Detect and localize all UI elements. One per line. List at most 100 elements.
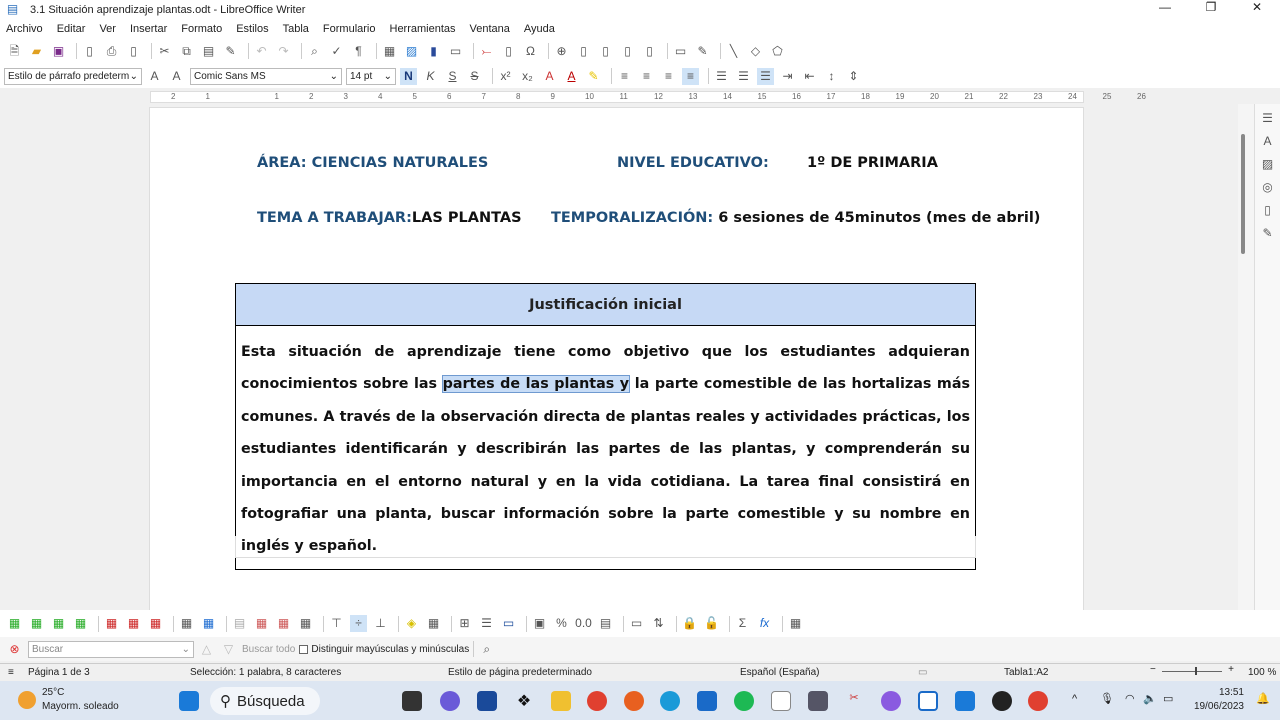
find-replace-icon[interactable]: ⌕ [478, 641, 495, 658]
sort-icon[interactable]: ⇅ [650, 615, 667, 632]
insert-image-icon[interactable]: ▨ [403, 43, 420, 60]
merge-cells-icon[interactable]: ▤ [231, 615, 248, 632]
align-bottom-icon[interactable]: ⊥ [372, 615, 389, 632]
calculator-icon[interactable] [808, 691, 828, 711]
find-next-icon[interactable]: ▽ [220, 641, 237, 658]
formatting-marks-icon[interactable]: ¶ [350, 43, 367, 60]
subscript-icon[interactable]: x₂ [519, 68, 536, 85]
italic-button[interactable]: K [422, 68, 439, 85]
selected-text[interactable]: partes de las plantas y [441, 375, 631, 394]
obs-icon[interactable] [992, 691, 1012, 711]
decimal-icon[interactable]: 0.0 [575, 615, 592, 632]
menu-ver[interactable]: Ver [99, 23, 116, 35]
chevron-up-icon[interactable]: ^ [1072, 693, 1077, 705]
font-size-select[interactable]: 14 pt ⌄ [346, 67, 396, 85]
menu-archivo[interactable]: Archivo [6, 23, 43, 35]
maximize-button[interactable]: ❐ [1188, 0, 1234, 14]
spotify-icon[interactable] [734, 691, 754, 711]
paragraph-spacing-icon[interactable]: ⇕ [845, 68, 862, 85]
cross-reference-icon[interactable]: ▯ [641, 43, 658, 60]
spellcheck-icon[interactable]: ✓ [328, 43, 345, 60]
menu-formato[interactable]: Formato [181, 23, 222, 35]
highlight-icon[interactable]: ✎ [585, 68, 602, 85]
align-top-icon[interactable]: ⊤ [328, 615, 345, 632]
menu-insertar[interactable]: Insertar [130, 23, 167, 35]
clear-formatting-icon[interactable]: A [541, 68, 558, 85]
select-cell-icon[interactable]: ▦ [178, 615, 195, 632]
insert-caption-icon[interactable]: ▭ [628, 615, 645, 632]
justify-icon[interactable]: ≡ [682, 67, 699, 85]
clock-date[interactable]: 19/06/2023 [1194, 701, 1244, 712]
outline-icon[interactable]: ☰ [757, 67, 774, 85]
table-header-cell[interactable]: Justificación inicial [236, 284, 975, 326]
insert-rows-below-icon[interactable]: ▦ [28, 615, 45, 632]
gallery-icon[interactable]: ▨ [1259, 156, 1276, 173]
chat-icon[interactable] [440, 691, 460, 711]
styles-icon[interactable]: A [1259, 133, 1276, 150]
close-find-icon[interactable]: ⊗ [6, 641, 23, 658]
chrome-icon[interactable] [587, 691, 607, 711]
vertical-scrollbar[interactable] [1238, 104, 1254, 610]
update-style-icon[interactable]: A [146, 68, 163, 85]
edge-icon[interactable] [660, 691, 680, 711]
clone-format-icon[interactable]: ✎ [222, 43, 239, 60]
page-break-icon[interactable]: ⤚ [478, 43, 495, 60]
ruler[interactable]: 2 1 1 2 3 4 5 6 7 8 9 10 11 12 13 14 15 16 17 18 19 20 21 22 23 2… [0, 90, 1280, 104]
numbering-icon[interactable]: ☰ [735, 68, 752, 85]
insert-columns-after-icon[interactable]: ▦ [72, 615, 89, 632]
file-explorer-icon[interactable] [551, 691, 571, 711]
insert-textbox-icon[interactable]: ▭ [447, 43, 464, 60]
navigator-icon[interactable]: ◎ [1259, 179, 1276, 196]
style-inspector-icon[interactable]: ✎ [1259, 225, 1276, 242]
chrome-profile-icon[interactable] [1028, 691, 1048, 711]
align-center-icon[interactable]: ≡ [638, 68, 655, 85]
menu-ayuda[interactable]: Ayuda [524, 23, 555, 35]
comment-icon[interactable]: ▭ [672, 43, 689, 60]
firefox-icon[interactable] [624, 691, 644, 711]
insert-table-icon[interactable]: ▦ [381, 43, 398, 60]
delete-columns-icon[interactable]: ▦ [125, 615, 142, 632]
zoom-slider[interactable]: − + [1150, 664, 1236, 676]
hyperlink-icon[interactable]: ⊕ [553, 43, 570, 60]
sum-icon[interactable]: Σ [734, 615, 751, 632]
cut-icon[interactable]: ✂ [156, 43, 173, 60]
weather-icon[interactable] [18, 691, 36, 709]
justification-table[interactable]: Justificación inicial Esta situación de … [235, 283, 976, 570]
table-dialog-icon[interactable]: ▦ [787, 615, 804, 632]
border-style-icon[interactable]: ☰ [478, 615, 495, 632]
paste-icon[interactable]: ▤ [200, 43, 217, 60]
redo-icon[interactable]: ↷ [275, 43, 292, 60]
delete-table-icon[interactable]: ▦ [147, 615, 164, 632]
copilot-icon[interactable] [881, 691, 901, 711]
increase-indent-icon[interactable]: ⇥ [779, 68, 796, 85]
snipping-tool-icon[interactable]: ✂ [844, 691, 864, 711]
properties-icon[interactable]: ☰ [1259, 110, 1276, 127]
export-pdf-icon[interactable]: ▯ [81, 43, 98, 60]
line-spacing-icon[interactable]: ↕ [823, 68, 840, 85]
document-area[interactable]: ÁREA: CIENCIAS NATURALES NIVEL EDUCATIVO… [0, 104, 1238, 610]
borders-icon[interactable]: ⊞ [456, 615, 473, 632]
mail-icon[interactable] [697, 691, 717, 711]
page-style[interactable]: Estilo de página predeterminado [448, 667, 592, 678]
dropbox-icon[interactable]: ❖ [514, 691, 534, 711]
clock-time[interactable]: 13:51 [1219, 687, 1244, 698]
unprotect-cells-icon[interactable]: 🔓 [703, 615, 720, 632]
formula-icon[interactable]: fx [756, 615, 773, 632]
weather-text[interactable]: Mayorm. soleado [42, 701, 119, 712]
microphone-icon[interactable]: 🎙 [1100, 692, 1114, 705]
decrease-indent-icon[interactable]: ⇤ [801, 68, 818, 85]
endnote-icon[interactable]: ▯ [597, 43, 614, 60]
print-preview-icon[interactable]: ▯ [125, 43, 142, 60]
table-properties-icon[interactable]: ▤ [597, 615, 614, 632]
save-icon[interactable]: ▣ [50, 43, 67, 60]
open-icon[interactable]: ▰ [28, 43, 45, 60]
notification-icon[interactable]: 🔔 [1256, 692, 1270, 705]
draw-icon[interactable]: ⬠ [769, 43, 786, 60]
border-color-icon[interactable]: ▭ [500, 615, 517, 632]
insert-columns-before-icon[interactable]: ▦ [50, 615, 67, 632]
align-left-icon[interactable]: ≡ [616, 68, 633, 85]
menu-editar[interactable]: Editar [57, 23, 86, 35]
volume-icon[interactable]: 🔈 [1143, 692, 1157, 705]
minimize-button[interactable]: — [1142, 0, 1188, 14]
bullets-icon[interactable]: ☰ [713, 68, 730, 85]
